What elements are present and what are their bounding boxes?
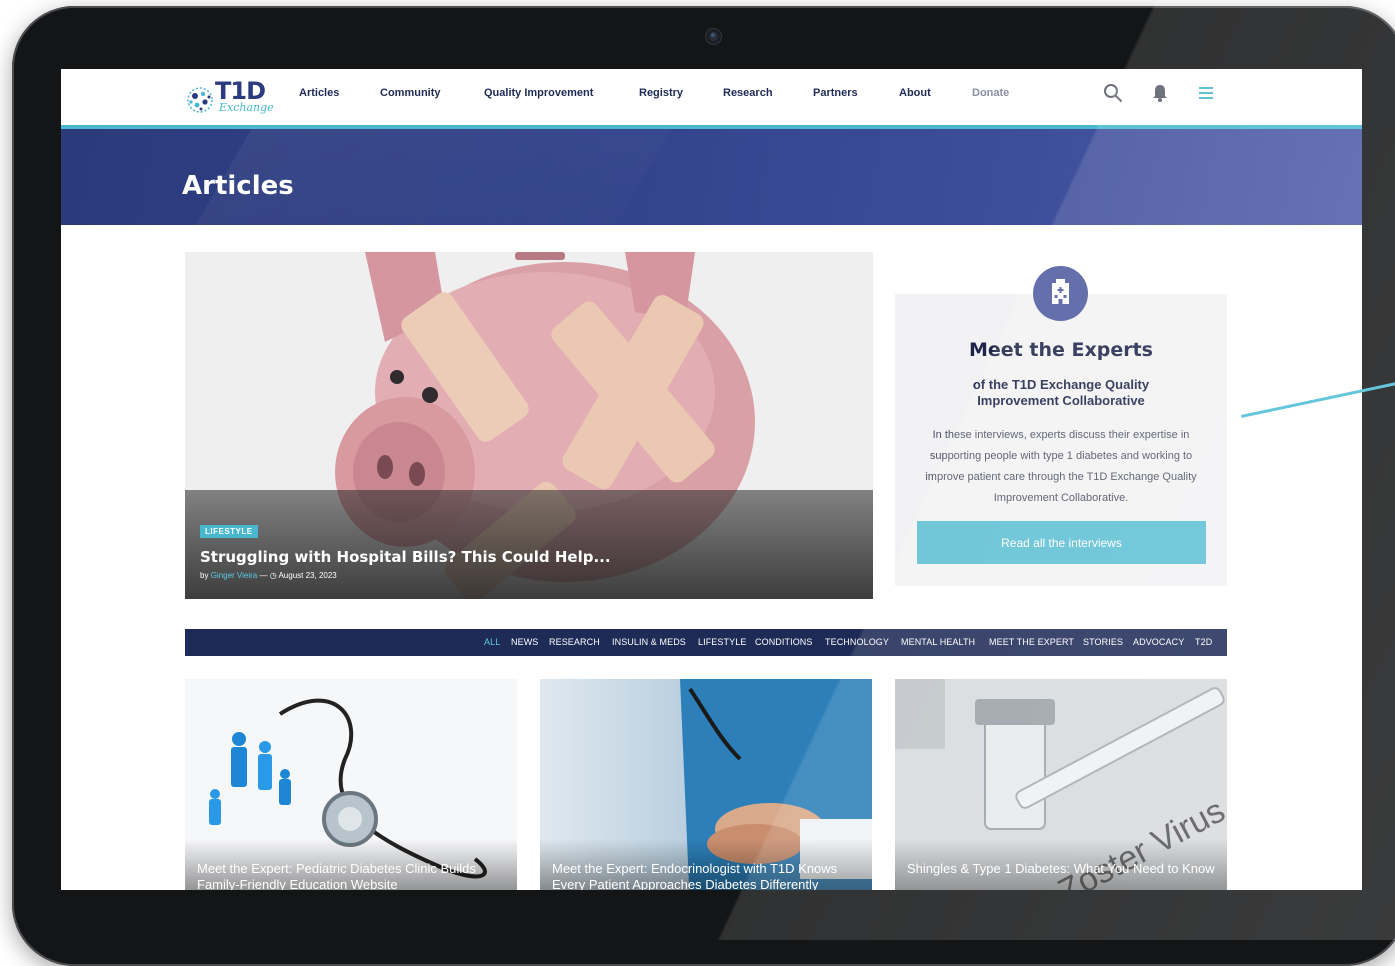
meet-experts-card: Meet the Experts of the T1D Exchange Qua… xyxy=(895,266,1227,586)
category-research[interactable]: RESEARCH xyxy=(549,637,600,647)
featured-author[interactable]: Ginger Vieira xyxy=(211,571,258,580)
featured-title[interactable]: Struggling with Hospital Bills? This Cou… xyxy=(200,548,611,566)
camera-icon xyxy=(706,29,721,44)
globe-logo-icon xyxy=(187,87,213,113)
category-t2d[interactable]: T2D xyxy=(1195,637,1212,647)
site-header: T1D Exchange Articles Community Quality … xyxy=(61,69,1362,129)
card-title[interactable]: Shingles & Type 1 Diabetes: What You Nee… xyxy=(907,861,1217,877)
experts-description: In these interviews, experts discuss the… xyxy=(925,429,1197,504)
experts-title: Meet the Experts xyxy=(969,339,1153,361)
category-all[interactable]: ALL xyxy=(484,637,500,647)
hospital-icon xyxy=(1033,266,1088,321)
nav-research[interactable]: Research xyxy=(723,87,773,99)
article-card[interactable]: Meet the Expert: Pediatric Diabetes Clin… xyxy=(185,679,517,890)
featured-date: August 23, 2023 xyxy=(278,571,337,580)
card-title[interactable]: Meet the Expert: Endocrinologist with T1… xyxy=(552,861,862,890)
category-conditions[interactable]: CONDITIONS xyxy=(755,637,813,647)
clock-icon: ◷ xyxy=(269,571,277,580)
nav-donate[interactable]: Donate xyxy=(972,87,1009,99)
category-lifestyle[interactable]: LIFESTYLE xyxy=(698,637,746,647)
nav-partners[interactable]: Partners xyxy=(813,87,858,99)
logo-subtitle: Exchange xyxy=(219,101,274,114)
read-interviews-button[interactable]: Read all the interviews xyxy=(917,521,1206,564)
experts-subtitle: of the T1D Exchange Quality Improvement … xyxy=(972,377,1150,408)
nav-about[interactable]: About xyxy=(899,87,931,99)
page-banner: Articles xyxy=(61,129,1362,225)
category-meet-the-expert[interactable]: MEET THE EXPERT xyxy=(989,637,1074,647)
category-filter-bar: ALL NEWS RESEARCH INSULIN & MEDS LIFESTY… xyxy=(185,629,1227,656)
search-icon[interactable] xyxy=(1102,82,1124,104)
featured-meta: by Ginger Vieira — ◷ August 23, 2023 xyxy=(200,571,337,580)
bell-icon[interactable] xyxy=(1149,82,1171,104)
nav-community[interactable]: Community xyxy=(380,87,441,99)
featured-sep: — xyxy=(259,571,268,580)
nav-articles[interactable]: Articles xyxy=(299,87,339,99)
category-technology[interactable]: TECHNOLOGY xyxy=(825,637,889,647)
category-advocacy[interactable]: ADVOCACY xyxy=(1133,637,1184,647)
card-title[interactable]: Meet the Expert: Pediatric Diabetes Clin… xyxy=(197,861,507,890)
t1d-exchange-logo[interactable]: T1D Exchange xyxy=(185,75,275,117)
featured-category-tag[interactable]: LIFESTYLE xyxy=(200,525,258,538)
featured-article[interactable]: LIFESTYLE Struggling with Hospital Bills… xyxy=(185,252,873,599)
category-insulin-meds[interactable]: INSULIN & MEDS xyxy=(612,637,686,647)
category-mental-health[interactable]: MENTAL HEALTH xyxy=(901,637,975,647)
browser-screen: T1D Exchange Articles Community Quality … xyxy=(61,69,1362,890)
category-news[interactable]: NEWS xyxy=(511,637,538,647)
article-card[interactable]: Zoster Virus Shingles & Type 1 Diabetes:… xyxy=(895,679,1227,890)
page-title: Articles xyxy=(182,171,294,201)
nav-quality-improvement[interactable]: Quality Improvement xyxy=(484,87,593,99)
category-stories[interactable]: STORIES xyxy=(1083,637,1123,647)
nav-registry[interactable]: Registry xyxy=(639,87,683,99)
featured-overlay xyxy=(185,490,873,599)
menu-icon[interactable] xyxy=(1195,82,1217,104)
featured-by: by xyxy=(200,571,209,580)
article-card[interactable]: Meet the Expert: Endocrinologist with T1… xyxy=(540,679,872,890)
